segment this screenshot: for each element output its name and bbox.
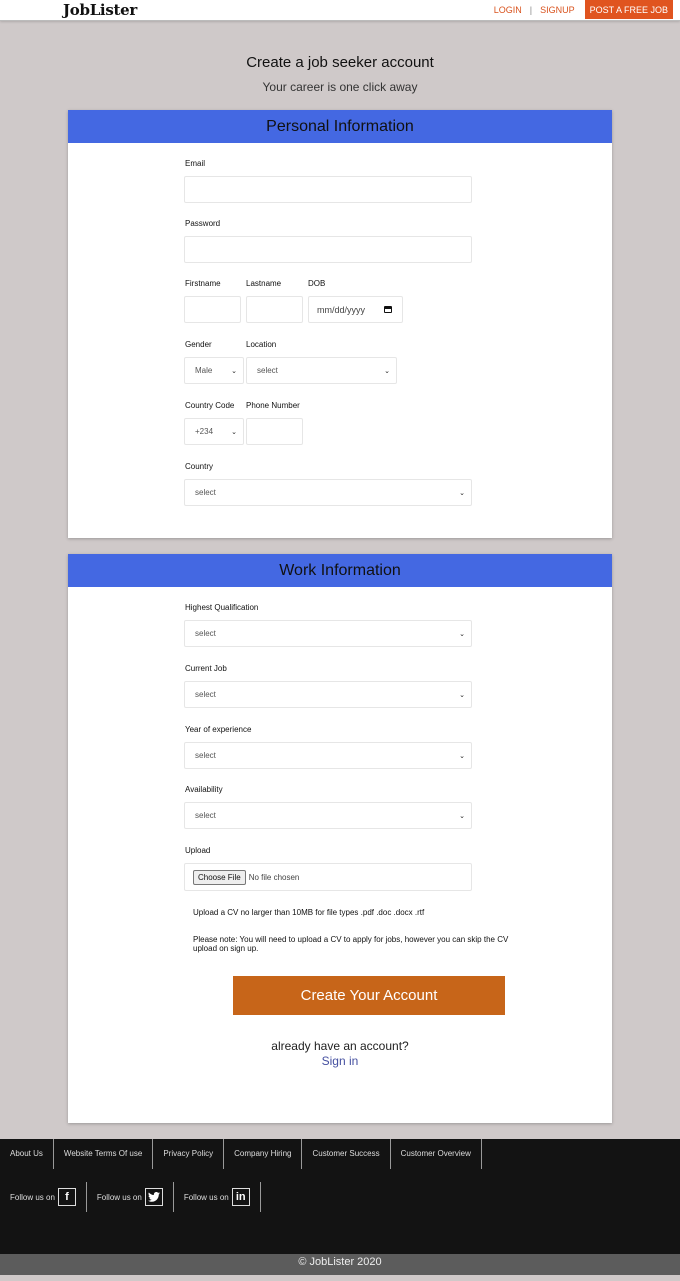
firstname-label: Firstname: [185, 279, 221, 288]
experience-value: select: [195, 751, 216, 760]
country-label: Country: [185, 462, 214, 471]
login-link[interactable]: LOGIN: [494, 5, 522, 15]
chevron-down-icon: ⌄: [459, 691, 465, 699]
personal-info-heading: Personal Information: [68, 110, 612, 143]
follow-twitter[interactable]: Follow us on: [87, 1182, 174, 1212]
email-field[interactable]: [184, 176, 472, 203]
lastname-field[interactable]: [246, 296, 303, 323]
availability-value: select: [195, 811, 216, 820]
calendar-icon[interactable]: [384, 306, 392, 313]
chevron-down-icon: ⌄: [459, 752, 465, 760]
gender-select[interactable]: Male ⌄: [184, 357, 244, 384]
qualification-value: select: [195, 629, 216, 638]
chevron-down-icon: ⌄: [231, 367, 237, 375]
firstname-field[interactable]: [184, 296, 241, 323]
footer-links: About Us Website Terms Of use Privacy Po…: [0, 1139, 680, 1169]
twitter-icon[interactable]: [144, 1188, 163, 1206]
country-code-select[interactable]: +234 ⌄: [184, 418, 244, 445]
footer-link-terms[interactable]: Website Terms Of use: [54, 1139, 154, 1169]
current-job-value: select: [195, 690, 216, 699]
sign-in-link[interactable]: Sign in: [0, 1054, 680, 1068]
bottom-strip: [0, 1275, 680, 1281]
chevron-down-icon: ⌄: [459, 489, 465, 497]
choose-file-button[interactable]: Choose File: [193, 869, 246, 885]
chevron-down-icon: ⌄: [459, 812, 465, 820]
follow-text: Follow us on: [10, 1192, 55, 1202]
location-select[interactable]: select ⌄: [246, 357, 397, 384]
footer-link-about[interactable]: About Us: [0, 1139, 54, 1169]
phone-label: Phone Number: [246, 401, 300, 410]
country-code-label: Country Code: [185, 401, 235, 410]
follow-text: Follow us on: [96, 1192, 142, 1202]
phone-field[interactable]: [246, 418, 303, 445]
chevron-down-icon: ⌄: [231, 428, 237, 436]
post-job-button[interactable]: POST A FREE JOB: [584, 0, 673, 19]
current-job-select[interactable]: select ⌄: [184, 681, 472, 708]
country-value: select: [195, 488, 216, 497]
social-links: Follow us on f Follow us on Follow us on…: [0, 1170, 680, 1212]
footer-link-privacy[interactable]: Privacy Policy: [153, 1139, 225, 1169]
email-label: Email: [185, 159, 206, 168]
dob-label: DOB: [308, 279, 326, 288]
work-info-heading: Work Information: [68, 554, 612, 587]
page-title: Create a job seeker account: [246, 54, 434, 71]
signup-link[interactable]: SIGNUP: [540, 5, 575, 15]
chevron-down-icon: ⌄: [384, 367, 390, 375]
location-value: select: [257, 366, 278, 375]
page-subtitle: Your career is one click away: [262, 80, 418, 94]
linkedin-icon[interactable]: in: [231, 1188, 250, 1206]
country-select[interactable]: select ⌄: [184, 479, 472, 506]
top-navbar: JobLister LOGIN | SIGNUP POST A FREE JOB: [0, 0, 680, 21]
availability-select[interactable]: select ⌄: [184, 802, 472, 829]
upload-note: Upload a CV no larger than 10MB for file…: [193, 908, 425, 917]
chevron-down-icon: ⌄: [459, 630, 465, 638]
experience-select[interactable]: select ⌄: [184, 742, 472, 769]
upload-label: Upload: [185, 846, 211, 855]
password-label: Password: [185, 219, 221, 228]
current-job-label: Current Job: [185, 664, 227, 673]
create-account-button[interactable]: Create Your Account: [233, 976, 505, 1015]
follow-text: Follow us on: [183, 1192, 229, 1202]
experience-label: Year of experience: [185, 725, 252, 734]
dob-field[interactable]: mm/dd/yyyy: [308, 296, 403, 323]
footer-link-success[interactable]: Customer Success: [302, 1139, 391, 1169]
cv-upload-field[interactable]: Choose File No file chosen: [184, 863, 472, 891]
country-code-value: +234: [195, 427, 214, 436]
qualification-label: Highest Qualification: [185, 603, 259, 612]
gender-value: Male: [195, 366, 213, 375]
lastname-label: Lastname: [246, 279, 282, 288]
logo[interactable]: JobLister: [63, 1, 137, 19]
facebook-icon[interactable]: f: [57, 1188, 76, 1206]
dob-placeholder: mm/dd/yyyy: [317, 304, 366, 315]
copyright: © JobLister 2020: [0, 1254, 680, 1275]
qualification-select[interactable]: select ⌄: [184, 620, 472, 647]
availability-label: Availability: [185, 785, 223, 794]
footer: About Us Website Terms Of use Privacy Po…: [0, 1139, 680, 1254]
top-nav: LOGIN | SIGNUP POST A FREE JOB: [494, 0, 673, 19]
nav-separator: |: [529, 4, 533, 15]
footer-link-overview[interactable]: Customer Overview: [391, 1139, 482, 1169]
follow-facebook[interactable]: Follow us on f: [0, 1182, 87, 1212]
personal-info-card: Personal Information Email Password Firs…: [68, 110, 612, 538]
password-field[interactable]: [184, 236, 472, 263]
already-account-text: already have an account?: [271, 1039, 409, 1053]
cv-note: Please note: You will need to upload a C…: [193, 935, 509, 953]
footer-link-hiring[interactable]: Company Hiring: [224, 1139, 303, 1169]
work-info-card: Work Information Highest Qualification s…: [68, 554, 612, 1123]
follow-linkedin[interactable]: Follow us on in: [174, 1182, 261, 1212]
location-label: Location: [246, 340, 277, 349]
gender-label: Gender: [185, 340, 212, 349]
no-file-text: No file chosen: [248, 872, 300, 882]
